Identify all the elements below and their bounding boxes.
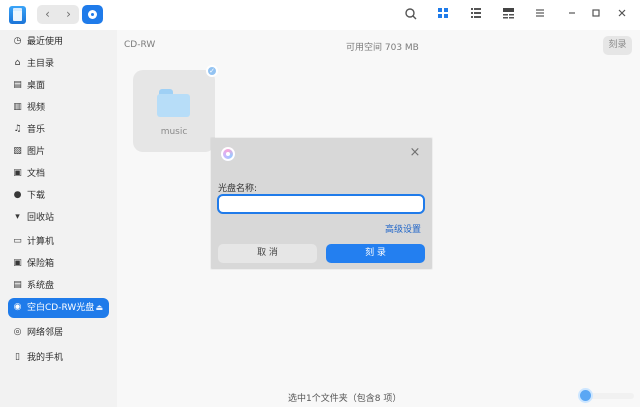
zoom-slider[interactable] — [580, 390, 634, 401]
selected-check-icon: ✓ — [206, 65, 218, 77]
status-bar-text: 选中1个文件夹（包含8 项） — [288, 394, 402, 404]
disc-type-label: CD-RW — [124, 40, 156, 50]
current-location-disc-button[interactable] — [82, 5, 103, 24]
minimize-icon[interactable] — [564, 7, 580, 23]
music-icon: ♫ — [13, 124, 22, 134]
zoom-slider-thumb[interactable] — [580, 390, 591, 401]
sidebar-item-label: 最近使用 — [27, 37, 64, 47]
back-button[interactable]: ‹ — [37, 5, 58, 24]
sidebar-item-music[interactable]: ♫ 音乐 — [8, 120, 109, 140]
music-folder-item[interactable]: music — [133, 70, 215, 152]
file-manager-logo-icon — [9, 6, 26, 24]
sidebar-item-downloads[interactable]: ● 下载 — [8, 186, 109, 206]
folder-icon — [157, 88, 190, 117]
sidebar-item-label: 回收站 — [27, 213, 55, 223]
disc-name-input[interactable] — [217, 194, 425, 214]
sidebar-item-label: 桌面 — [27, 81, 46, 91]
video-icon: ▥ — [13, 102, 22, 112]
pictures-icon: ▧ — [13, 146, 22, 156]
sidebar-item-vault[interactable]: ▣ 保险箱 — [8, 254, 109, 274]
sidebar-item-trash[interactable]: ▾ 回收站 — [8, 208, 109, 228]
cd-icon: ◉ — [13, 302, 22, 312]
advanced-settings-link[interactable]: 高级设置 — [385, 222, 421, 235]
disc-name-label: 光盘名称: — [218, 184, 258, 194]
sidebar-item-label: 空白CD-RW光盘 — [27, 303, 95, 313]
menu-icon[interactable] — [532, 7, 548, 23]
sidebar-item-network[interactable]: ◎ 网络邻居 — [8, 323, 109, 343]
search-icon[interactable] — [403, 7, 419, 23]
sidebar-item-label: 图片 — [27, 147, 46, 157]
trash-icon: ▾ — [15, 212, 20, 222]
optical-disc-icon — [221, 147, 235, 161]
phone-icon: ▯ — [15, 352, 20, 362]
forward-button[interactable]: › — [58, 5, 79, 24]
sidebar-item-label: 主目录 — [27, 59, 55, 69]
sidebar-item-label: 视频 — [27, 103, 46, 113]
eject-icon[interactable]: ⏏ — [95, 302, 103, 313]
file-name: music — [160, 127, 188, 137]
sidebar-item-label: 下载 — [27, 191, 46, 201]
desktop-icon: ▤ — [13, 80, 22, 90]
sidebar-item-label: 文档 — [27, 169, 46, 179]
burn-settings-dialog: × 光盘名称: 高级设置 取 消 刻 录 — [211, 138, 432, 269]
sidebar-item-label: 保险箱 — [27, 259, 55, 269]
sidebar-item-cd[interactable]: ◉ 空白CD-RW光盘 ⏏ — [8, 298, 109, 318]
sidebar-item-label: 计算机 — [27, 237, 55, 247]
vault-icon: ▣ — [13, 258, 22, 268]
navigation-buttons: ‹ › — [37, 5, 79, 24]
system-disk-icon: ▤ — [13, 280, 22, 290]
dialog-close-icon[interactable]: × — [409, 146, 421, 160]
sidebar-item-label: 系统盘 — [27, 281, 55, 291]
sidebar-item-recent[interactable]: ◷ 最近使用 — [8, 32, 109, 52]
burn-button[interactable]: 刻录 — [603, 36, 632, 55]
sidebar-item-label: 我的手机 — [27, 353, 64, 363]
maximize-icon[interactable] — [588, 7, 604, 23]
free-space-label: 可用空间 703 MB — [346, 43, 419, 53]
home-icon: ⌂ — [14, 58, 21, 68]
sidebar-item-video[interactable]: ▥ 视频 — [8, 98, 109, 118]
sidebar-item-desktop[interactable]: ▤ 桌面 — [8, 76, 109, 96]
recent-icon: ◷ — [13, 36, 22, 46]
title-bar: ‹ › — [0, 0, 640, 30]
computer-icon: ▭ — [13, 236, 22, 246]
list-view-icon[interactable] — [468, 7, 484, 23]
sidebar-item-pictures[interactable]: ▧ 图片 — [8, 142, 109, 162]
cancel-button[interactable]: 取 消 — [218, 244, 317, 263]
sidebar-item-label: 音乐 — [27, 125, 46, 135]
network-icon: ◎ — [13, 327, 22, 337]
sidebar-item-documents[interactable]: ▣ 文档 — [8, 164, 109, 184]
disc-icon — [88, 10, 97, 19]
grid-view-icon[interactable] — [435, 7, 451, 23]
close-window-icon[interactable] — [614, 7, 630, 23]
burn-confirm-button[interactable]: 刻 录 — [326, 244, 425, 263]
documents-icon: ▣ — [13, 168, 22, 178]
details-view-icon[interactable] — [500, 7, 516, 23]
sidebar-item-home[interactable]: ⌂ 主目录 — [8, 54, 109, 74]
sidebar-item-phone[interactable]: ▯ 我的手机 — [8, 348, 109, 368]
download-icon: ● — [13, 190, 22, 200]
sidebar-item-label: 网络邻居 — [27, 328, 64, 338]
sidebar-item-system-disk[interactable]: ▤ 系统盘 — [8, 276, 109, 296]
sidebar-item-computer[interactable]: ▭ 计算机 — [8, 232, 109, 252]
sidebar: ◷ 最近使用 ⌂ 主目录 ▤ 桌面 ▥ 视频 ♫ 音乐 ▧ 图片 ▣ 文档 ● 下载 ▾ 回收站 … — [0, 30, 117, 407]
